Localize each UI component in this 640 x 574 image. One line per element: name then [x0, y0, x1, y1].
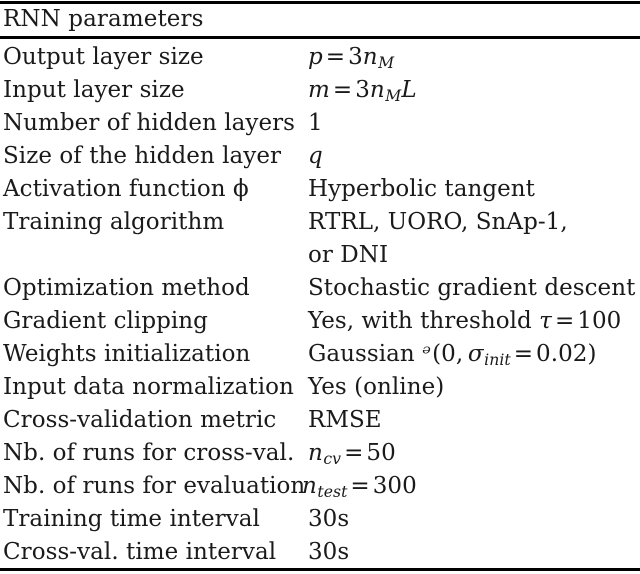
row-label: Input data normalization: [3, 374, 294, 400]
math-paren-open: (: [432, 341, 442, 367]
math-base: n: [362, 44, 378, 70]
table-body: Output layer size p = 3nM Input layer size…: [0, 41, 640, 569]
math-subscript: M: [385, 86, 402, 106]
table-row-continuation: or DNI: [0, 239, 640, 272]
row-label: Training time interval: [3, 506, 260, 532]
math-coefficient: 3: [355, 77, 370, 103]
row-value: Yes, with threshold τ = 100: [308, 305, 621, 338]
math-operator: =: [513, 341, 534, 367]
table-title: RNN parameters: [3, 6, 204, 32]
math-base: n: [308, 440, 323, 466]
row-value: RTRL, UORO, SnAp-1,: [308, 209, 568, 235]
row-value: 1: [308, 110, 323, 136]
math-comma: ,: [455, 341, 464, 367]
math-rhs: 50: [366, 440, 396, 466]
row-value: 30s: [308, 506, 350, 532]
row-value: 30s: [308, 539, 350, 565]
math-subscript: M: [378, 53, 395, 73]
row-value: q: [308, 140, 323, 173]
math-base: n: [369, 77, 385, 103]
math-coefficient: 3: [348, 44, 363, 70]
table-row: Cross-validation metric RMSE: [0, 404, 640, 437]
math-expression: p = 3nM: [308, 44, 395, 73]
math-expression: ntest = 300: [302, 473, 417, 502]
value-prefix: Yes, with threshold: [308, 308, 532, 334]
math-symbol-tau: τ: [539, 308, 552, 334]
math-tail: L: [401, 77, 418, 103]
math-base: n: [302, 473, 317, 499]
table-row: Nb. of runs for cross-val. ncv = 50: [0, 437, 640, 470]
math-operator: =: [325, 44, 346, 70]
table-row: Number of hidden layers 1: [0, 107, 640, 140]
table-row: Gradient clipping Yes, with threshold τ =…: [0, 305, 640, 338]
row-label: Gradient clipping: [3, 308, 208, 334]
math-mean: 0: [441, 341, 456, 367]
math-subscript: init: [484, 350, 511, 370]
row-label: Weights initialization: [3, 341, 251, 367]
row-label: Output layer size: [3, 44, 204, 70]
row-label: Size of the hidden layer: [3, 143, 282, 169]
row-value: ncv = 50: [308, 437, 396, 470]
table-row: Size of the hidden layer q: [0, 140, 640, 173]
row-value: m = 3nML: [308, 74, 418, 107]
math-operator: =: [554, 308, 575, 334]
math-subscript: cv: [323, 449, 342, 469]
math-symbol-cal-n: ᵊ: [422, 341, 432, 367]
table-row: Input data normalization Yes (online): [0, 371, 640, 404]
math-expression: q: [308, 143, 323, 169]
value-prefix: Gaussian: [308, 341, 415, 367]
row-value: ntest = 300: [302, 470, 417, 503]
math-subscript: test: [317, 482, 348, 502]
row-value: Yes (online): [308, 374, 445, 400]
math-expression: τ = 100: [539, 308, 621, 334]
row-label: Cross-val. time interval: [3, 539, 277, 565]
table-row: Input layer size m = 3nML: [0, 74, 640, 107]
table-row: Weights initialization Gaussian ᵊ(0, σin…: [0, 338, 640, 371]
math-expression: m = 3nML: [308, 77, 418, 106]
row-label: Nb. of runs for cross-val.: [3, 440, 295, 466]
math-stddev: 0.02: [536, 341, 588, 367]
table-row: Training time interval 30s: [0, 503, 640, 536]
row-value: Gaussian ᵊ(0, σinit = 0.02): [308, 338, 596, 371]
row-value: Hyperbolic tangent: [308, 176, 535, 202]
math-paren-close: ): [587, 341, 597, 367]
math-rhs: 100: [577, 308, 622, 334]
table-row: Cross-val. time interval 30s: [0, 536, 640, 569]
math-symbol-sigma: σ: [467, 341, 484, 367]
row-value: or DNI: [308, 242, 389, 268]
table-row: Output layer size p = 3nM: [0, 41, 640, 74]
row-label: Input layer size: [3, 77, 185, 103]
table-row: Optimization method Stochastic gradient …: [0, 272, 640, 305]
row-value: p = 3nM: [308, 41, 394, 74]
table-row: Nb. of runs for evaluation ntest = 300: [0, 470, 640, 503]
table-row: Training algorithm RTRL, UORO, SnAp-1,: [0, 206, 640, 239]
math-operator: =: [344, 440, 364, 466]
row-label: Nb. of runs for evaluation: [3, 473, 306, 499]
rnn-parameters-table: RNN parameters Output layer size p = 3nM I…: [0, 0, 640, 574]
math-lhs: m: [308, 77, 330, 103]
math-operator: =: [350, 473, 370, 499]
math-rhs: 300: [372, 473, 417, 499]
row-label: Number of hidden layers: [3, 110, 296, 136]
row-value: Stochastic gradient descent: [308, 275, 636, 301]
row-label: Training algorithm: [3, 209, 225, 235]
math-expression: ᵊ(0, σinit = 0.02): [422, 341, 597, 370]
table-bottom-rule: [0, 568, 640, 571]
row-label: Activation function ϕ: [3, 176, 249, 202]
math-operator: =: [332, 77, 353, 103]
math-lhs: p: [308, 44, 323, 70]
math-expression: ncv = 50: [308, 440, 396, 469]
row-label: Optimization method: [3, 275, 250, 301]
row-label: Cross-validation metric: [3, 407, 277, 433]
row-value: RMSE: [308, 407, 382, 433]
table-header-rule: [0, 36, 640, 39]
table-row: Activation function ϕ Hyperbolic tangent: [0, 173, 640, 206]
